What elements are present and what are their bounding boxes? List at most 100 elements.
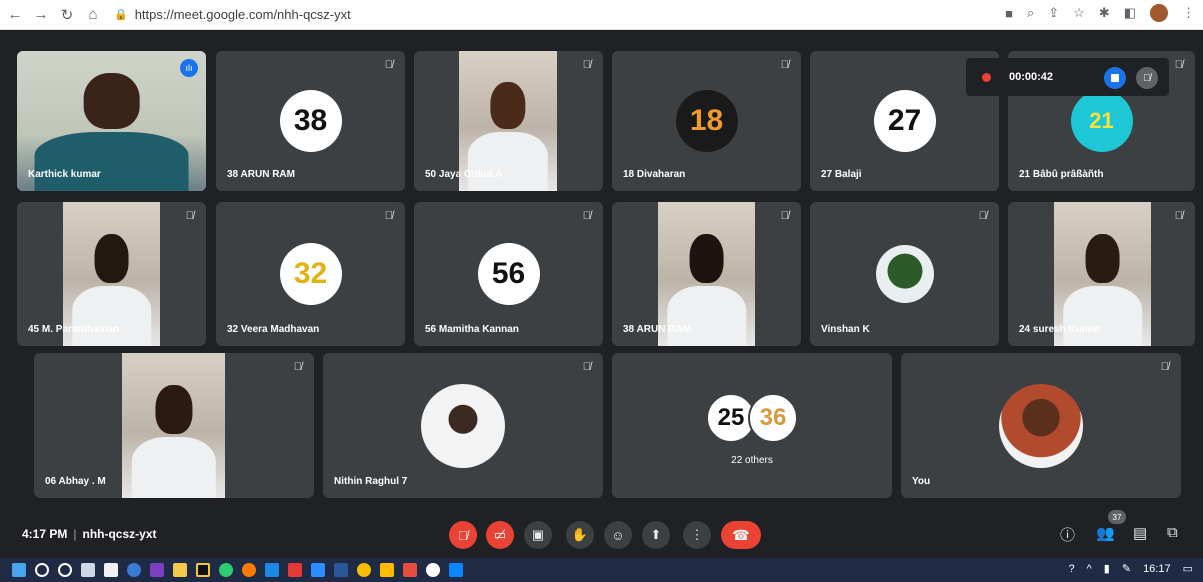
mic-off-icon: 🎙̸: [780, 59, 789, 71]
mic-off-icon: 🎙̸: [384, 59, 393, 71]
participant-tile[interactable]: 🎙̸ 38 ARUN RAM: [612, 202, 801, 346]
captions-icon: ▣: [531, 527, 545, 542]
sidepanel-icon[interactable]: ◧: [1124, 5, 1136, 21]
others-avatars: 25 36: [706, 393, 798, 443]
app-icon[interactable]: [150, 563, 164, 577]
leave-call-button[interactable]: ☎: [721, 521, 761, 549]
app-icon[interactable]: [219, 563, 233, 577]
home-icon[interactable]: ⌂: [82, 4, 104, 26]
emoji-icon: ☺: [611, 527, 625, 543]
app-icon[interactable]: [173, 563, 187, 577]
participant-name: 06 Abhay . M: [45, 476, 106, 487]
forward-icon[interactable]: →: [30, 4, 52, 26]
back-icon[interactable]: ←: [4, 4, 26, 26]
participant-tile[interactable]: 🎙̸ 32 32 Veera Madhavan: [216, 202, 405, 346]
zoom-icon[interactable]: ⌕: [1027, 5, 1034, 21]
word-icon[interactable]: [334, 563, 348, 577]
share-icon[interactable]: ⇪: [1048, 5, 1059, 21]
app-icon[interactable]: [403, 563, 417, 577]
app-icon[interactable]: [127, 563, 141, 577]
taskbar-clock[interactable]: 16:17: [1143, 563, 1171, 575]
participant-name: Karthick kumar: [28, 169, 101, 180]
more-vert-icon: ⋮: [690, 527, 704, 542]
participant-tile[interactable]: 🎙̸ 38 38 ARUN RAM: [216, 51, 405, 191]
self-tile[interactable]: 🎙̸ You: [901, 353, 1181, 498]
participant-tile[interactable]: 🎙̸ 18 18 Divaharan: [612, 51, 801, 191]
raise-hand-button[interactable]: ✋: [566, 521, 594, 549]
mic-off-icon: 🎙̸: [582, 210, 591, 222]
participant-tile[interactable]: 🎙̸ Vinshan K: [810, 202, 999, 346]
present-button[interactable]: ⬆: [642, 521, 670, 549]
participant-name: 18 Divaharan: [623, 169, 686, 180]
others-tile[interactable]: 25 36 22 others: [612, 353, 892, 498]
meeting-code: nhh-qcsz-yxt: [82, 527, 157, 541]
stop-icon: [1111, 74, 1119, 82]
system-tray: ? ^ ▮ ✎ 16:17 ▭: [1068, 562, 1193, 576]
meeting-details: 4:17 PM | nhh-qcsz-yxt: [22, 527, 157, 541]
firefox-icon[interactable]: [242, 563, 256, 577]
recording-dot-icon: [982, 72, 991, 82]
app-icon[interactable]: [104, 563, 118, 577]
info-icon[interactable]: ⓘ: [1060, 524, 1075, 545]
bookmark-star-icon[interactable]: ☆: [1073, 5, 1085, 21]
participant-tile[interactable]: 🎙̸ 45 M. Paranthaman: [17, 202, 206, 346]
participant-name: 27 Balaji: [821, 169, 862, 180]
hand-icon: ✋: [571, 527, 589, 542]
zoom-app-icon[interactable]: [311, 563, 325, 577]
profile-avatar[interactable]: [1150, 4, 1168, 22]
app-icon[interactable]: [426, 563, 440, 577]
participant-name: Vinshan K: [821, 324, 870, 335]
camera-toggle-button[interactable]: ▭̸: [486, 521, 514, 549]
speaking-indicator-icon: ılı: [180, 59, 198, 77]
people-icon[interactable]: 👥: [1096, 524, 1115, 542]
tray-chevron-icon[interactable]: ^: [1087, 563, 1092, 575]
captions-button[interactable]: ▣: [524, 521, 552, 549]
more-options-button[interactable]: ⋮: [683, 521, 711, 549]
recording-mic-off-button[interactable]: 🎙̸: [1136, 67, 1158, 89]
participant-tile[interactable]: 🎙̸ 24 suresh Kumar: [1008, 202, 1195, 346]
camera-icon[interactable]: ■: [1005, 6, 1013, 21]
app-icon[interactable]: [265, 563, 279, 577]
mic-off-icon: 🎙̸: [1174, 59, 1183, 71]
participant-tile[interactable]: ılı Karthick kumar: [17, 51, 206, 191]
chat-icon[interactable]: ▤: [1133, 524, 1147, 542]
search-icon[interactable]: [35, 563, 49, 577]
app-icon[interactable]: [449, 563, 463, 577]
present-icon: ⬆: [650, 527, 662, 542]
file-explorer-icon[interactable]: [380, 563, 394, 577]
battery-icon[interactable]: ▮: [1104, 562, 1110, 575]
mic-toggle-button[interactable]: 🎙̸: [449, 521, 477, 549]
menu-kebab-icon[interactable]: ⋮: [1182, 5, 1195, 21]
extensions-icon[interactable]: ✱: [1099, 5, 1110, 21]
participant-name: You: [912, 476, 931, 487]
participant-tile[interactable]: 🎙̸ Nithin Raghul 7: [323, 353, 603, 498]
pen-icon[interactable]: ✎: [1122, 562, 1131, 575]
reactions-button[interactable]: ☺: [604, 521, 632, 549]
reload-icon[interactable]: ↻: [56, 4, 78, 26]
help-icon[interactable]: ?: [1068, 563, 1074, 575]
participant-video: [122, 353, 225, 498]
lock-icon: 🔒: [114, 9, 128, 21]
stop-recording-button[interactable]: [1104, 67, 1126, 89]
participant-name: Nithin Raghul 7: [334, 476, 408, 487]
participant-avatar: [875, 245, 934, 303]
activities-icon[interactable]: ⧉: [1167, 524, 1178, 541]
notifications-icon[interactable]: ▭: [1183, 562, 1193, 575]
participant-avatar: 21: [1070, 90, 1133, 152]
windows-start-icon[interactable]: [12, 563, 26, 577]
url-text[interactable]: https://meet.google.com/nhh-qcsz-yxt: [135, 7, 351, 22]
task-view-icon[interactable]: [81, 563, 95, 577]
hangup-icon: ☎: [732, 526, 750, 543]
acrobat-icon[interactable]: [288, 563, 302, 577]
participant-tile[interactable]: 🎙̸ 50 Jaya Gokul.A: [414, 51, 603, 191]
mic-off-icon: 🎙̸: [780, 210, 789, 222]
chrome-icon[interactable]: [357, 563, 371, 577]
recording-timer: 00:00:42: [1009, 71, 1054, 83]
mic-off-icon: 🎙̸: [384, 210, 393, 222]
participant-tile[interactable]: 🎙̸ 06 Abhay . M: [34, 353, 314, 498]
address-bar[interactable]: 🔒 https://meet.google.com/nhh-qcsz-yxt: [114, 7, 351, 22]
app-icon[interactable]: [196, 563, 210, 577]
participant-tile[interactable]: 🎙̸ 56 56 Mamitha Kannan: [414, 202, 603, 346]
cortana-icon[interactable]: [58, 563, 72, 577]
mic-off-icon: 🎙̸: [458, 527, 468, 543]
